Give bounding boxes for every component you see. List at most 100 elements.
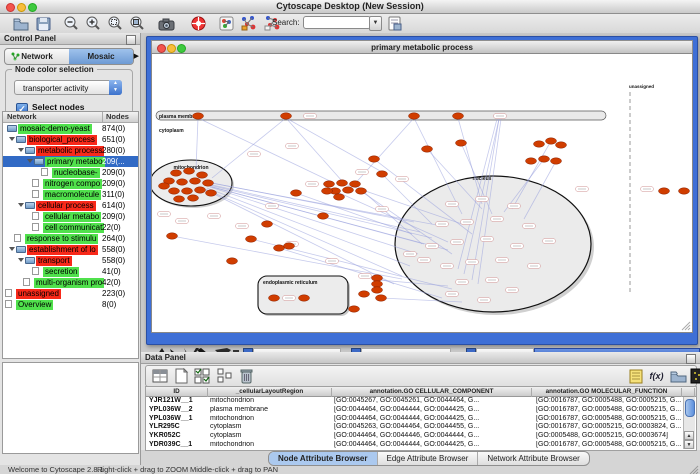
node-label-pill[interactable]	[481, 237, 494, 242]
table-cell[interactable]: mitochondrion	[210, 397, 330, 404]
node-label-pill[interactable]	[304, 114, 317, 119]
network-node[interactable]	[546, 138, 557, 144]
window-resize-grip-icon[interactable]	[689, 465, 699, 474]
node-color-dropdown[interactable]: transporter activity ▲▼	[14, 80, 122, 95]
table-cell[interactable]: [GO:0045263, GO:0044464, GO:0044455, G..…	[334, 423, 529, 430]
network-node[interactable]	[227, 258, 238, 264]
table-row[interactable]: YJR121W__1 mitochondrion [GO:0045267, GO:0…	[146, 397, 696, 406]
network-node[interactable]	[184, 168, 195, 174]
network-node[interactable]	[372, 275, 383, 281]
float-panel-icon[interactable]	[686, 354, 696, 364]
zoom-in-icon[interactable]	[84, 15, 102, 32]
tree-row-transport[interactable]: transport558(0)	[3, 255, 138, 266]
node-label-pill[interactable]	[283, 296, 296, 301]
network-node[interactable]	[274, 245, 285, 251]
float-panel-icon[interactable]	[126, 35, 136, 45]
table-cell[interactable]: YJR121W__1	[149, 397, 205, 404]
network-canvas[interactable]: plasma membrane cytoplasm mitochondrion …	[152, 54, 692, 332]
search-options-icon[interactable]	[386, 15, 404, 32]
network-edge[interactable]	[212, 118, 286, 178]
network-node[interactable]	[291, 190, 302, 196]
network-node[interactable]	[269, 295, 280, 301]
node-label-pill[interactable]	[286, 144, 299, 149]
network-node[interactable]	[679, 188, 690, 194]
help-icon[interactable]	[190, 15, 208, 32]
tree-row-secretion[interactable]: secretion41(0)	[3, 266, 138, 277]
disclosure-triangle-icon[interactable]	[18, 203, 24, 207]
disclosure-triangle-icon[interactable]	[18, 148, 24, 152]
tree-row-overview[interactable]: Overview8(0)	[3, 299, 138, 310]
node-label-pill[interactable]	[376, 207, 389, 212]
tree-row-macromolecule[interactable]: macromolecule311(0)	[3, 189, 138, 200]
table-row[interactable]: YLR295Ccytoplasm[GO:0045263, GO:0044464,…	[146, 423, 696, 432]
table-cell[interactable]: [GO:0045267, GO:0045261, GO:0044464, G..…	[334, 397, 529, 404]
node-label-pill[interactable]	[446, 292, 459, 297]
network-node[interactable]	[409, 113, 420, 119]
search-dropdown-arrow-icon[interactable]: ▼	[369, 16, 382, 31]
network-node[interactable]	[195, 187, 206, 193]
region-nucleus[interactable]: nucleus	[395, 176, 594, 315]
node-label-pill[interactable]	[158, 212, 171, 217]
table-cell[interactable]: mitochondrion	[210, 441, 330, 448]
network-node[interactable]	[299, 295, 310, 301]
node-label-pill[interactable]	[496, 258, 509, 263]
network-node[interactable]	[456, 140, 467, 146]
tree-row-response-to-stimulu[interactable]: response to stimulu264(0)	[3, 233, 138, 244]
node-label-pill[interactable]	[461, 220, 474, 225]
table-cell[interactable]: YPL036W__1	[149, 415, 205, 422]
region-plasma-membrane[interactable]: plasma membrane	[156, 111, 606, 120]
node-label-pill[interactable]	[523, 224, 536, 229]
table-cell[interactable]: [GO:0016787, GO:0005488, GO:0005215, G..…	[536, 415, 684, 422]
node-label-pill[interactable]	[404, 252, 417, 257]
table-cell[interactable]: [GO:0044464, GO:0044444, GO:0044425, G..…	[334, 441, 529, 448]
scroll-down-icon[interactable]: ▼	[684, 440, 694, 449]
select-attributes-icon[interactable]	[194, 368, 211, 384]
network-edge[interactable]	[209, 185, 432, 238]
node-label-pill[interactable]	[326, 259, 339, 264]
tree-row-mosaic-demo-yeast[interactable]: mosaic-demo-yeast874(0)	[3, 123, 138, 134]
table-cell[interactable]: [GO:0016787, GO:0005488, GO:0005215, G..…	[536, 397, 684, 404]
node-label-pill[interactable]	[508, 204, 521, 209]
tab-network[interactable]: Network	[5, 49, 69, 64]
zoom-fit-icon[interactable]	[128, 15, 146, 32]
network-node[interactable]	[322, 188, 333, 194]
tree-row-multi-organism-pro[interactable]: multi-organism pro42(0)	[3, 277, 138, 288]
node-label-pill[interactable]	[359, 274, 372, 279]
table-cell[interactable]: YLR295C	[149, 423, 205, 430]
minimize-view-button[interactable]	[167, 44, 176, 53]
snapshot-icon[interactable]	[158, 15, 176, 32]
canvas-resize-grip-icon[interactable]	[682, 322, 690, 330]
network-node[interactable]	[369, 156, 380, 162]
function-builder-icon[interactable]: f(x)	[648, 368, 665, 384]
node-label-pill[interactable]	[476, 197, 489, 202]
network-node[interactable]	[526, 158, 537, 164]
node-label-pill[interactable]	[266, 204, 279, 209]
delete-attribute-icon[interactable]	[238, 368, 255, 384]
table-cell[interactable]: YDR039C__1	[149, 441, 205, 448]
network-node[interactable]	[377, 171, 388, 177]
network-node[interactable]	[337, 180, 348, 186]
node-label-pill[interactable]	[426, 244, 439, 249]
network-node[interactable]	[190, 178, 201, 184]
network-edge[interactable]	[286, 118, 382, 172]
search-input[interactable]	[303, 16, 371, 29]
node-label-pill[interactable]	[543, 239, 556, 244]
table-cell[interactable]: [GO:0044464, GO:0044444, GO:0044425, G..…	[334, 415, 529, 422]
table-cell[interactable]: [GO:0016787, GO:0005488, GO:0005215, G..…	[536, 406, 684, 413]
table-scrollbar[interactable]: ▲ ▼	[683, 397, 695, 449]
network-node[interactable]	[376, 295, 387, 301]
table-cell[interactable]: YKR052C	[149, 432, 205, 439]
network-node[interactable]	[174, 196, 185, 202]
network-node[interactable]	[197, 172, 208, 178]
tree-row-metabolic-process[interactable]: metabolic process280(0)	[3, 145, 138, 156]
tree-row-establishment-of-lo[interactable]: establishment of lo558(0)	[3, 244, 138, 255]
network-node[interactable]	[177, 179, 188, 185]
tab-edge-attribute-browser[interactable]: Edge Attribute Browser	[378, 452, 479, 465]
network-node[interactable]	[349, 306, 360, 312]
node-label-pill[interactable]	[506, 288, 519, 293]
attribute-editor-icon[interactable]	[152, 368, 169, 384]
tree-header[interactable]: Network Nodes	[3, 112, 138, 123]
network-node[interactable]	[167, 233, 178, 239]
table-row[interactable]: YKR052Ccytoplasm[GO:0044464, GO:0044446,…	[146, 432, 696, 441]
tab-mosaic[interactable]: Mosaic	[69, 49, 133, 64]
